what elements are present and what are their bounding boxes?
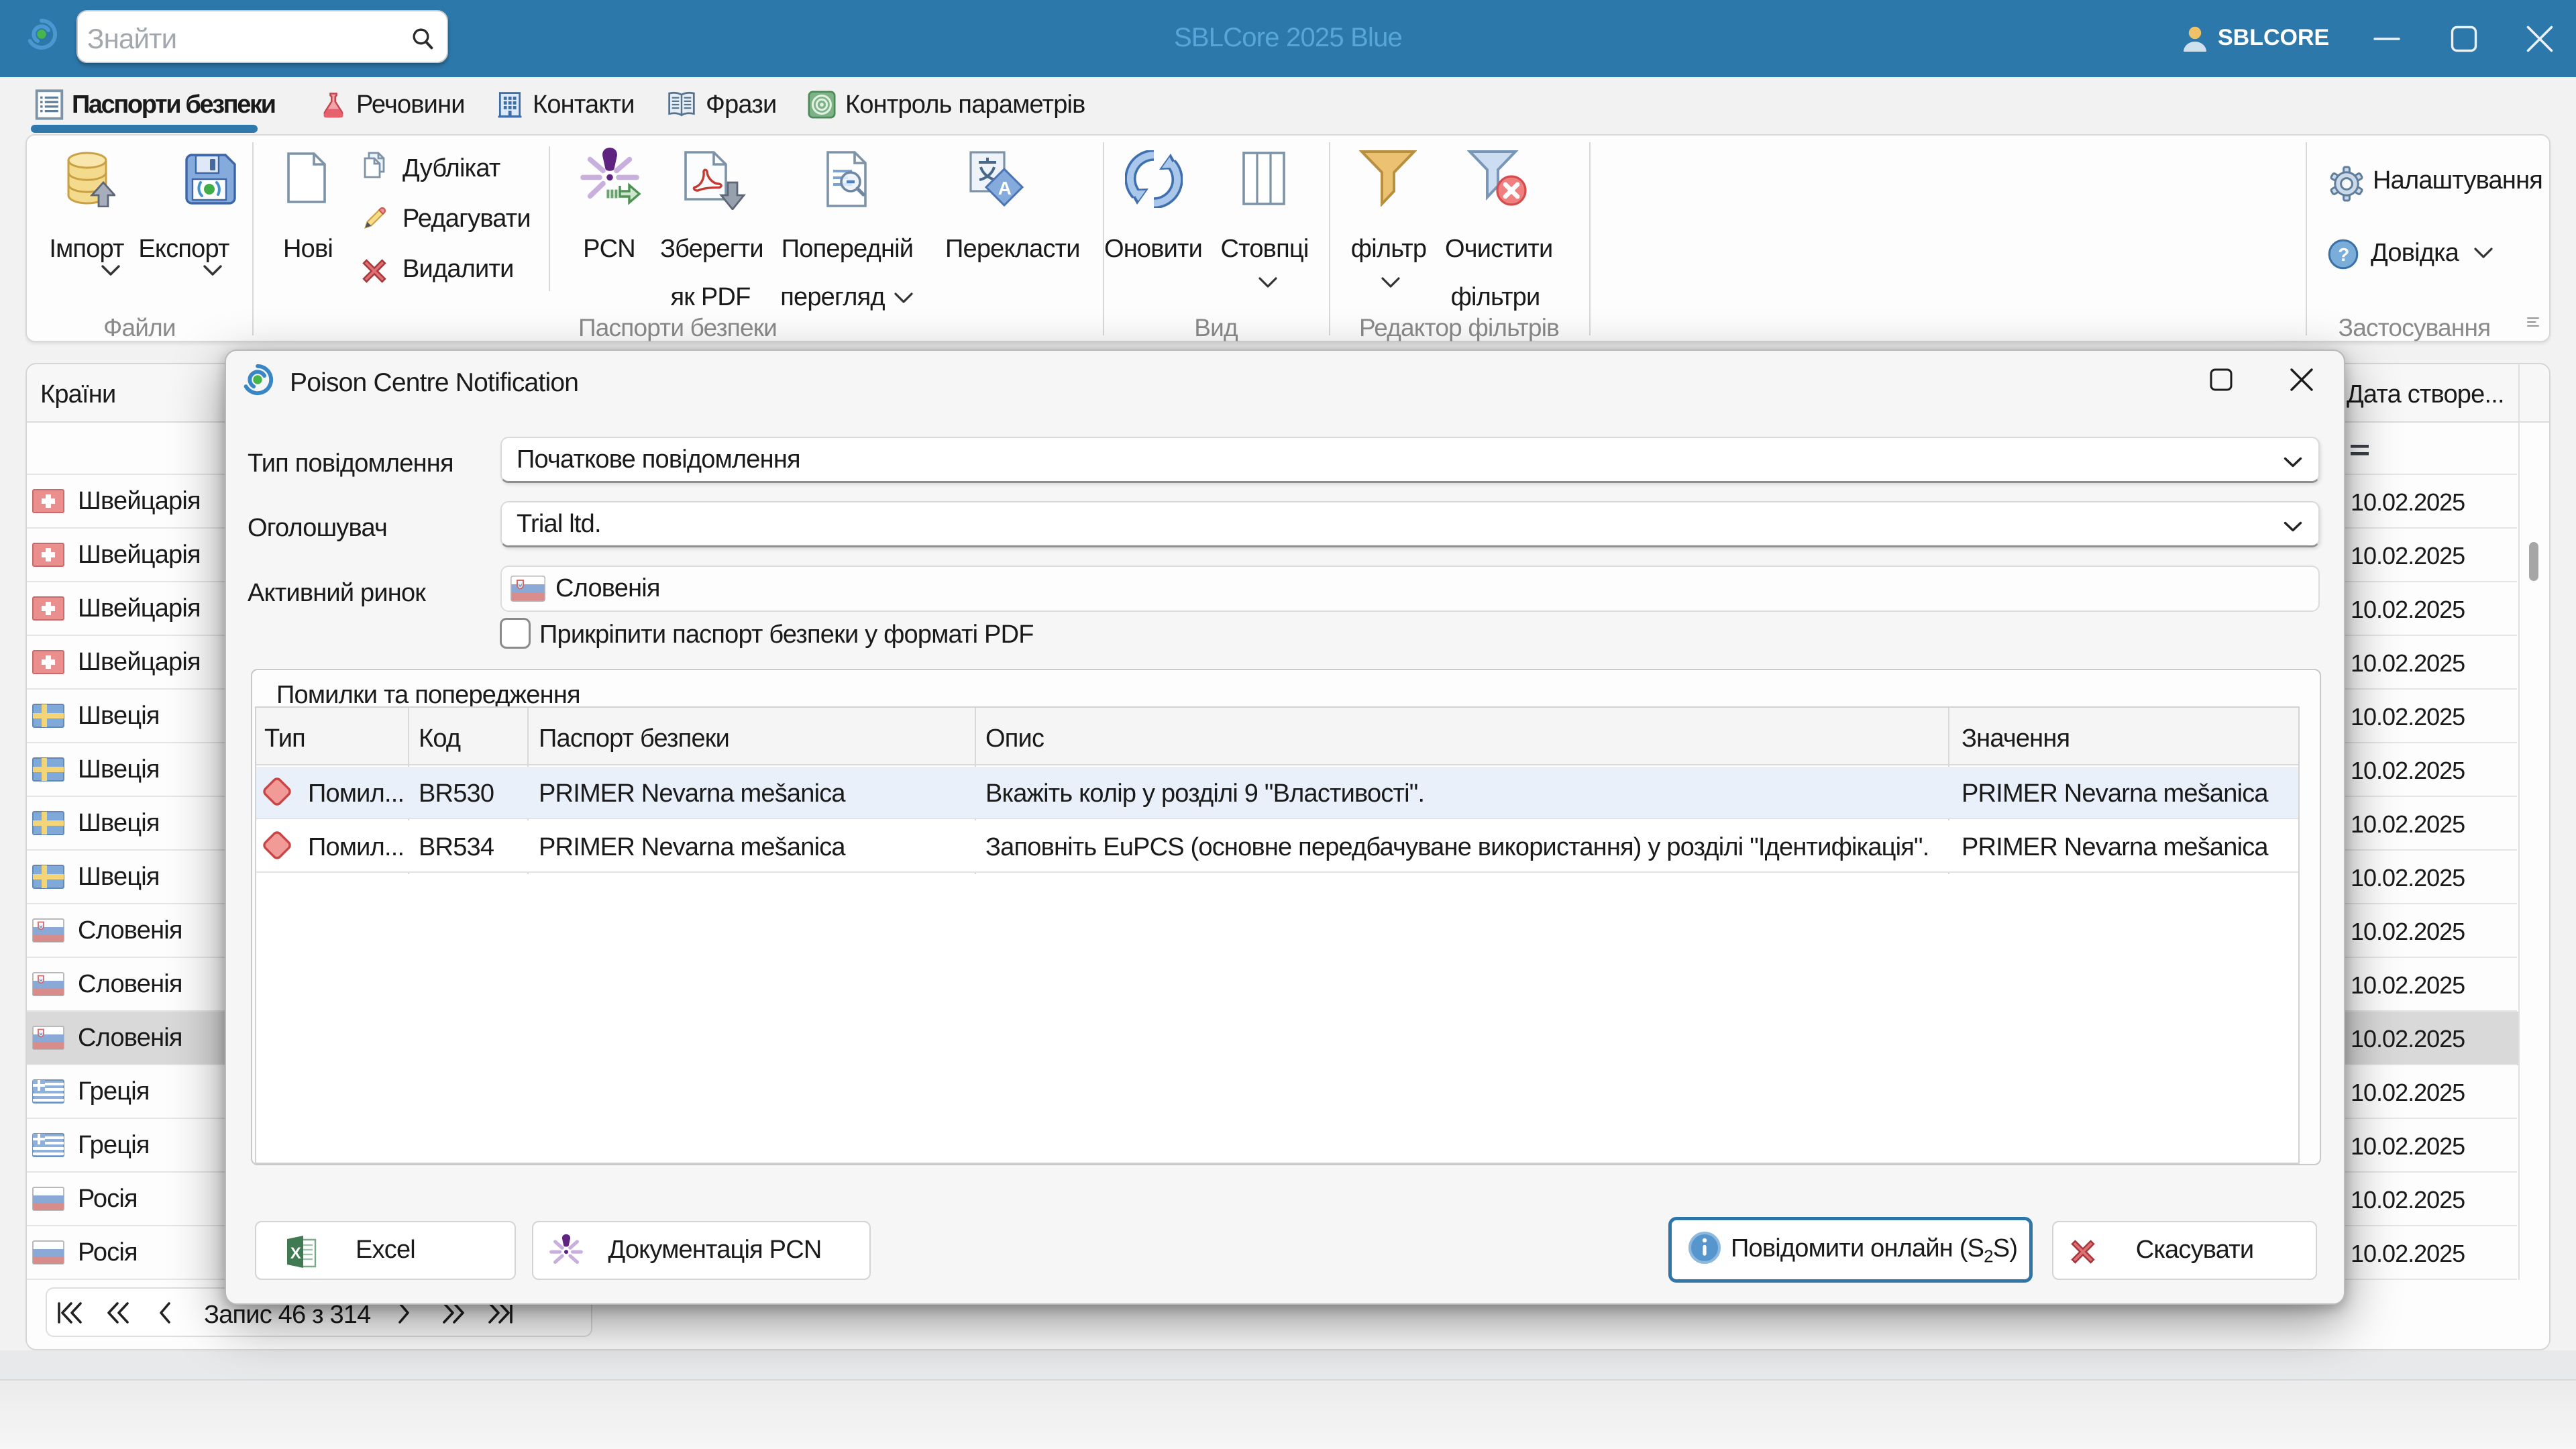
- svg-text:A: A: [998, 178, 1012, 199]
- svg-text:?: ?: [2338, 244, 2349, 265]
